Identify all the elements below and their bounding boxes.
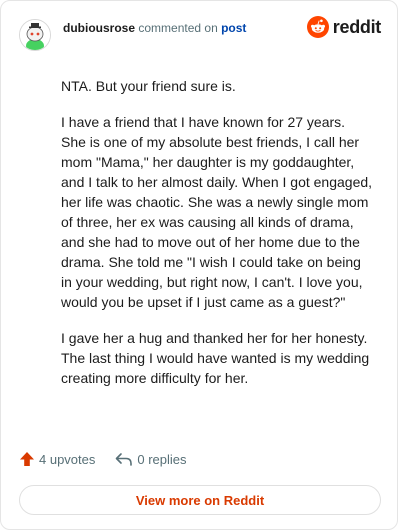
comment-header: dubiousrose commented on post reddit: [19, 15, 381, 55]
reply-button[interactable]: 0 replies: [115, 451, 187, 467]
reddit-wordmark: reddit: [332, 16, 382, 37]
view-more-on-reddit-button[interactable]: View more on Reddit: [19, 485, 381, 515]
comment-meta: dubiousrose commented on post: [63, 20, 246, 36]
comment-paragraph: NTA. But your friend sure is.: [61, 78, 236, 94]
upvote-button[interactable]: 4 upvotes: [19, 451, 95, 467]
user-avatar[interactable]: [19, 19, 51, 51]
reply-count: 0 replies: [137, 451, 187, 467]
comment-paragraph: I have a friend that I have known for 27…: [61, 114, 373, 310]
commented-on-text: commented on: [138, 21, 218, 35]
snoo-avatar-icon: [20, 20, 50, 50]
upvote-arrow-icon: [20, 452, 34, 466]
reply-arrow-icon: [116, 453, 133, 466]
comment-body: NTA. But your friend sure is. I have a f…: [61, 76, 373, 404]
embedded-comment-card: dubiousrose commented on post reddit NTA…: [0, 0, 398, 530]
comment-paragraph: I gave her a hug and thanked her for her…: [61, 330, 370, 386]
post-link[interactable]: post: [221, 21, 246, 35]
reddit-logo-icon: [306, 16, 329, 38]
comment-actions: 4 upvotes 0 replies: [19, 451, 207, 467]
username-link[interactable]: dubiousrose: [63, 21, 135, 35]
reddit-brand[interactable]: reddit: [306, 16, 382, 38]
upvote-count: 4 upvotes: [39, 451, 96, 467]
